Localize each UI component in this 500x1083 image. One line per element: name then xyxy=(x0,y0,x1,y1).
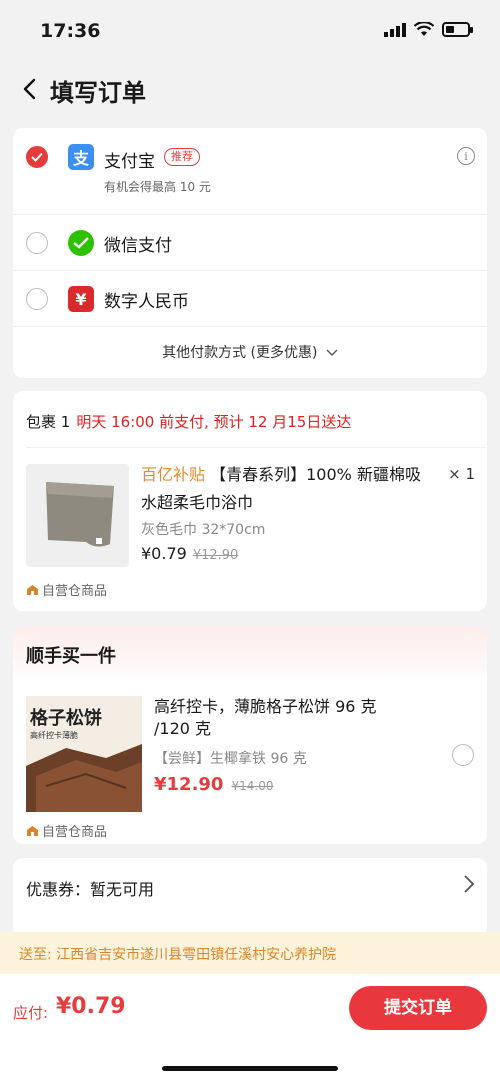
product-price-row: ¥0.79 ¥12.90 xyxy=(141,544,238,563)
product-quantity: × 1 xyxy=(448,465,475,483)
self-operated-tag: 自营仓商品 xyxy=(26,580,107,599)
package-label: 包裹 1 xyxy=(26,413,71,431)
upsell-product-name[interactable]: 高纤控卡，薄脆格子松饼 96 克 /120 克 xyxy=(154,696,394,740)
total-value: ¥0.79 xyxy=(56,994,126,1019)
more-payment-row[interactable]: 其他付款方式 (更多优惠) xyxy=(13,326,487,378)
upsell-product-image[interactable]: 格子松饼 高纤控卡薄脆 xyxy=(26,696,142,812)
radio-unchecked[interactable] xyxy=(26,288,48,310)
upsell-card: 顺手买一件 格子松饼 高纤控卡薄脆 高纤控卡，薄脆格子松饼 96 克 /120 … xyxy=(13,626,487,844)
upsell-price-row: ¥12.90 ¥14.00 xyxy=(154,774,273,795)
chevron-right-icon xyxy=(464,875,475,893)
package-card: 包裹 1 明天 16:00 前支付, 预计 12 月15日送达 百亿补贴 【青春系… xyxy=(13,391,487,611)
radio-checked[interactable] xyxy=(26,146,48,168)
payment-name: 数字人民币 xyxy=(104,292,189,312)
alipay-icon: 支 xyxy=(68,144,94,170)
product-image[interactable] xyxy=(26,464,129,567)
coupon-card[interactable]: 优惠券：暂无可用 xyxy=(13,858,487,938)
self-operated-tag: 自营仓商品 xyxy=(26,821,107,840)
payment-option-alipay[interactable]: 支 支付宝 推荐 有机会得最高 10 元 i xyxy=(13,128,487,214)
payment-option-digital-rmb[interactable]: ¥ 数字人民币 xyxy=(13,270,487,326)
radio-unchecked[interactable] xyxy=(26,232,48,254)
upsell-original-price: ¥14.00 xyxy=(231,779,274,793)
product-title[interactable]: 百亿补贴 【青春系列】100% 新疆棉吸水超柔毛巾浴巾 xyxy=(141,461,431,517)
checkout-bar: 应付: ¥0.79 提交订单 xyxy=(0,974,500,1083)
total-label: 应付: xyxy=(13,1004,49,1022)
more-payment-label: 其他付款方式 (更多优惠) xyxy=(162,345,318,361)
upsell-image-sub: 高纤控卡薄脆 xyxy=(30,731,78,740)
check-icon xyxy=(31,152,43,162)
upsell-price: ¥12.90 xyxy=(154,774,224,795)
delivery-address: 送至: 江西省吉安市遂川县雩田镇任溪村安心养护院 xyxy=(19,947,337,963)
warehouse-icon xyxy=(27,825,38,836)
page-title: 填写订单 xyxy=(50,79,146,107)
upsell-select-radio[interactable] xyxy=(452,744,474,766)
payment-sub: 有机会得最高 10 元 xyxy=(104,180,211,194)
payment-name: 微信支付 xyxy=(104,236,172,256)
submit-order-button[interactable]: 提交订单 xyxy=(349,986,487,1030)
battery-icon xyxy=(442,22,473,37)
signal-icon xyxy=(384,22,406,37)
wechat-pay-icon xyxy=(68,230,94,256)
wifi-icon xyxy=(414,22,434,36)
status-time: 17:36 xyxy=(40,20,101,42)
self-operated-label: 自营仓商品 xyxy=(42,825,108,840)
chevron-left-icon xyxy=(23,78,36,100)
package-header: 包裹 1 明天 16:00 前支付, 预计 12 月15日送达 xyxy=(26,411,351,432)
delivery-address-bar[interactable]: 送至: 江西省吉安市遂川县雩田镇任溪村安心养护院 xyxy=(0,932,500,974)
coupon-label: 优惠券：暂无可用 xyxy=(26,880,155,899)
payment-name: 支付宝 xyxy=(104,152,155,172)
status-icons xyxy=(384,22,473,37)
upsell-title: 顺手买一件 xyxy=(26,646,116,667)
back-button[interactable] xyxy=(14,72,44,106)
product-price: ¥0.79 xyxy=(141,544,187,563)
delivery-note: 明天 16:00 前支付, 预计 12 月15日送达 xyxy=(76,413,352,431)
self-operated-label: 自营仓商品 xyxy=(42,584,108,599)
upsell-image-title: 格子松饼 xyxy=(30,708,102,729)
more-payment-link[interactable]: 其他付款方式 (更多优惠) xyxy=(13,342,487,362)
subsidy-tag: 百亿补贴 xyxy=(141,465,206,484)
info-icon[interactable]: i xyxy=(457,147,475,165)
product-spec[interactable]: 灰色毛巾 32*70cm xyxy=(141,519,265,539)
nav-bar: 填写订单 xyxy=(0,62,500,116)
payment-card: 支 支付宝 推荐 有机会得最高 10 元 i 微信支付 ¥ 数字人民币 其他付款… xyxy=(13,128,487,378)
digital-rmb-icon: ¥ xyxy=(68,286,94,312)
warehouse-icon xyxy=(27,584,38,595)
product-original-price: ¥12.90 xyxy=(192,548,239,563)
home-indicator[interactable] xyxy=(162,1066,338,1071)
chevron-down-icon xyxy=(326,349,338,356)
recommend-badge: 推荐 xyxy=(164,148,200,166)
status-bar: 17:36 xyxy=(0,0,500,60)
payment-option-wechat[interactable]: 微信支付 xyxy=(13,214,487,270)
divider xyxy=(26,447,487,448)
upsell-product-spec[interactable]: 【尝鲜】生椰拿铁 96 克 xyxy=(154,748,307,768)
